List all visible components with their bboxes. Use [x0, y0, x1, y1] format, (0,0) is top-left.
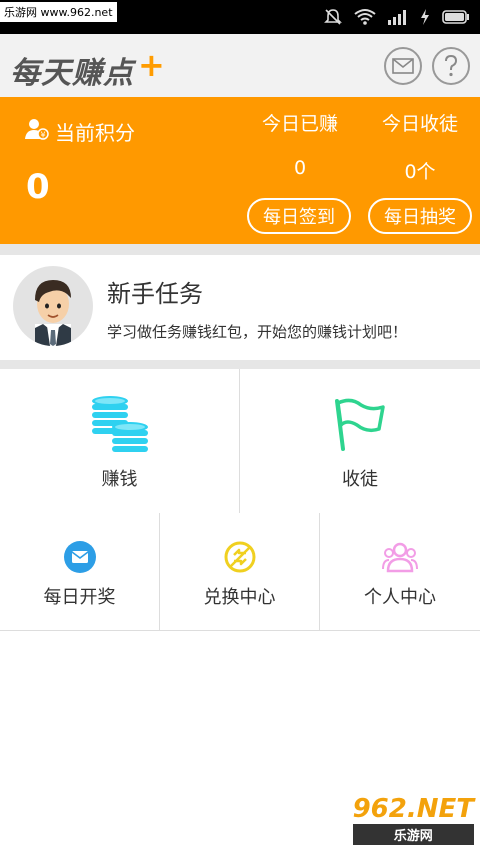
- avatar: [13, 266, 93, 346]
- app-title: 每天赚点: [10, 56, 134, 91]
- today-earned-label: 今日已赚: [261, 113, 338, 135]
- today-recruit-value: 0个: [404, 161, 436, 183]
- help-button[interactable]: [432, 47, 470, 85]
- watermark-brand: 962.NET: [352, 794, 474, 824]
- watermark-bottom: 962.NET 乐游网: [352, 794, 474, 845]
- menu-grid-top: 赚钱 收徒: [0, 369, 480, 514]
- mail-icon: [63, 541, 96, 573]
- daily-lottery-button[interactable]: 每日抽奖: [368, 198, 472, 234]
- charging-icon: [421, 9, 429, 25]
- status-bar: 13:33 乐游网 www.962.net: [0, 0, 480, 34]
- watermark-top: 乐游网 www.962.net: [0, 2, 117, 22]
- message-button[interactable]: [384, 47, 422, 85]
- menu-personal-center[interactable]: 个人中心: [320, 513, 480, 630]
- divider: [0, 360, 480, 369]
- coins-icon: [91, 396, 148, 452]
- question-icon: [445, 55, 458, 77]
- today-earned-value: 0: [293, 157, 307, 179]
- menu-daily-draw-label: 每日开奖: [43, 587, 116, 608]
- status-icons: [324, 6, 470, 28]
- points-label: 当前积分: [55, 121, 135, 145]
- wifi-icon: [354, 9, 376, 25]
- watermark-sub: 乐游网: [352, 824, 474, 845]
- user-points-icon: ¥: [25, 119, 49, 140]
- menu-recruit[interactable]: 收徒: [240, 369, 480, 513]
- menu-exchange-center[interactable]: 兑换中心: [160, 513, 320, 630]
- menu-earn-label: 赚钱: [101, 469, 138, 490]
- title-plus-mark: +: [138, 46, 165, 84]
- cartoon-man-icon: [35, 280, 71, 346]
- task-description: 学习做任务赚钱红包，开始您的赚钱计划吧！: [107, 323, 408, 341]
- today-recruit-label: 今日收徒: [381, 113, 458, 135]
- svg-text:¥: ¥: [40, 131, 45, 140]
- task-title: 新手任务: [107, 280, 203, 308]
- battery-icon: [442, 10, 469, 24]
- points-value: 0: [26, 167, 50, 207]
- signal-icon: [388, 10, 406, 25]
- menu-earn-money[interactable]: 赚钱: [0, 369, 240, 513]
- people-icon: [382, 542, 418, 573]
- newbie-task-card[interactable]: 新手任务 学习做任务赚钱红包，开始您的赚钱计划吧！: [0, 255, 480, 360]
- app-header: 每天赚点 +: [0, 34, 480, 97]
- menu-daily-draw[interactable]: 每日开奖: [0, 513, 160, 630]
- daily-signin-button[interactable]: 每日签到: [247, 198, 351, 234]
- points-summary-panel: ¥ 当前积分 0 今日已赚 0 今日收徒 0个 每日签到 每日抽奖: [0, 97, 480, 244]
- divider: [0, 244, 480, 255]
- envelope-icon: [392, 58, 414, 74]
- menu-recruit-label: 收徒: [342, 469, 378, 490]
- menu-grid-bottom: 每日开奖 兑换中心 个人中心: [0, 513, 480, 631]
- menu-personal-label: 个人中心: [364, 587, 436, 608]
- menu-exchange-label: 兑换中心: [203, 587, 276, 608]
- mute-icon: [324, 9, 342, 25]
- exchange-icon: [224, 541, 255, 573]
- flag-icon: [335, 398, 385, 451]
